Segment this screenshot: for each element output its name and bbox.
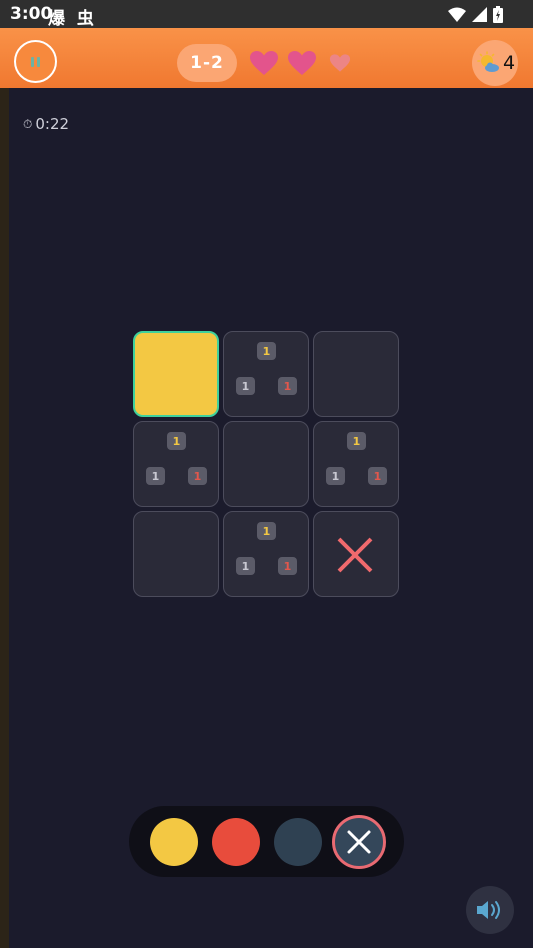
board-cell-r2c1[interactable]: 111 bbox=[133, 421, 219, 507]
clue-badge-bottom-left: 1 bbox=[236, 377, 255, 395]
color-navy-button[interactable] bbox=[274, 818, 322, 866]
board-cell-r2c2[interactable] bbox=[223, 421, 309, 507]
clue-badge-bottom-left: 1 bbox=[146, 467, 165, 485]
clue-badge-bottom-right: 1 bbox=[278, 557, 297, 575]
clue-badge-top: 1 bbox=[347, 432, 366, 450]
game-header: 1-2 4 bbox=[0, 28, 533, 88]
hint-button[interactable]: 4 bbox=[472, 40, 518, 86]
board-cell-r1c3[interactable] bbox=[313, 331, 399, 417]
heart-full-icon bbox=[250, 51, 278, 75]
eraser-button[interactable] bbox=[332, 815, 386, 869]
timer-value: 0:22 bbox=[35, 115, 70, 133]
clue-badge-bottom-right: 1 bbox=[188, 467, 207, 485]
pause-icon-bar-left bbox=[31, 56, 34, 67]
close-icon bbox=[347, 830, 371, 854]
sound-button[interactable] bbox=[466, 886, 514, 934]
board-cell-r2c3[interactable]: 111 bbox=[313, 421, 399, 507]
speaker-icon bbox=[477, 901, 500, 919]
left-edge-strip bbox=[0, 88, 9, 948]
status-bar: 3:00 爆 虫 bbox=[0, 0, 533, 29]
status-app-glyphs: 爆 虫 bbox=[48, 9, 97, 29]
color-yellow-button[interactable] bbox=[150, 818, 198, 866]
lives bbox=[249, 50, 355, 76]
sun-cloud-icon bbox=[477, 51, 499, 72]
signal-icon bbox=[472, 6, 487, 22]
clue-badge-bottom-right: 1 bbox=[368, 467, 387, 485]
pause-button[interactable] bbox=[14, 40, 57, 83]
board-cell-r3c3[interactable] bbox=[313, 511, 399, 597]
stopwatch-icon: ⏱ bbox=[23, 116, 33, 131]
clue-badge-top: 1 bbox=[257, 342, 276, 360]
board-cell-r1c2[interactable]: 111 bbox=[223, 331, 309, 417]
pause-icon-bar-right bbox=[37, 56, 40, 67]
status-time: 3:00 bbox=[10, 4, 53, 24]
cross-mark-icon bbox=[337, 537, 373, 573]
board-cell-r1c1[interactable] bbox=[133, 331, 219, 417]
status-icons bbox=[448, 5, 503, 23]
clue-badge-bottom-left: 1 bbox=[326, 467, 345, 485]
hint-count: 4 bbox=[503, 52, 516, 74]
color-palette bbox=[129, 806, 404, 877]
board-cell-r3c1[interactable] bbox=[133, 511, 219, 597]
heart-full-icon bbox=[288, 51, 316, 75]
clue-badge-top: 1 bbox=[257, 522, 276, 540]
game-board: 111111111111 bbox=[133, 331, 400, 598]
heart-empty-icon bbox=[329, 54, 351, 72]
color-red-button[interactable] bbox=[212, 818, 260, 866]
clue-badge-bottom-right: 1 bbox=[278, 377, 297, 395]
clue-badge-bottom-left: 1 bbox=[236, 557, 255, 575]
battery-icon bbox=[493, 5, 503, 23]
timer: ⏱ 0:22 bbox=[23, 115, 69, 133]
level-indicator: 1-2 bbox=[177, 44, 237, 82]
clue-badge-top: 1 bbox=[167, 432, 186, 450]
wifi-icon bbox=[448, 7, 466, 22]
board-cell-r3c2[interactable]: 111 bbox=[223, 511, 309, 597]
